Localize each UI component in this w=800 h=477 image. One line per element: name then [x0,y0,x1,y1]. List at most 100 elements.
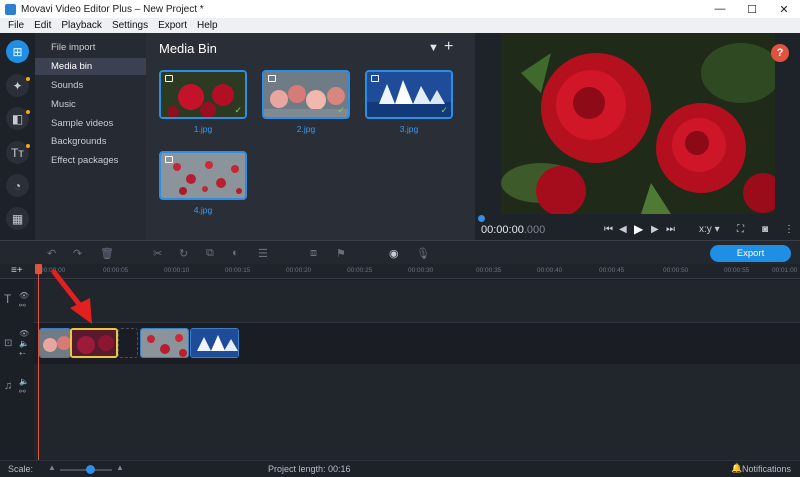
timeline-clip-1-selected[interactable] [70,328,118,358]
webcam-icon[interactable]: ◉ [389,247,399,260]
aspect-ratio-select[interactable]: x:y ▾ [699,224,720,235]
prev-frame-icon[interactable]: ◀ [619,224,627,235]
menu-help[interactable]: Help [197,20,218,31]
redo-icon[interactable]: ↷ [73,247,82,260]
rotate-icon[interactable]: ↻ [179,247,188,260]
export-button[interactable]: Export [710,245,791,262]
roses-thumbnail-image [161,72,245,117]
add-media-icon[interactable]: + [444,38,453,56]
category-effect-packages[interactable]: Effect packages [35,152,146,169]
category-sample-videos[interactable]: Sample videos [35,115,146,132]
icebergs-thumbnail-image [367,72,451,117]
more-tools-icon[interactable]: ▦ [6,207,29,230]
play-icon[interactable]: ▶ [634,222,643,236]
crop-icon[interactable]: ⧉ [206,247,214,260]
tool-strip: ⊞ ✦ ◧ Tт ◔ ▦ [0,33,35,240]
maximize-button[interactable]: ☐ [736,0,768,18]
image-type-icon [165,156,173,163]
menu-bar: File Edit Playback Settings Export Help [0,18,800,33]
track-lock-icon[interactable]: ⚯ [19,387,53,396]
track-visibility-icon[interactable]: 👁 [19,291,53,300]
red-arrow-annotation [51,269,92,324]
roses-preview-image [501,33,775,214]
category-music[interactable]: Music [35,96,146,113]
more-options-icon[interactable]: ⋮ [784,224,794,235]
app-icon [5,3,16,15]
fullscreen-icon[interactable]: ⛶ [737,224,744,235]
aspect-ratio-value: x:y [699,224,712,235]
minimize-button[interactable]: — [704,0,736,18]
filter-icon[interactable]: ▼ [428,42,439,54]
menu-export[interactable]: Export [158,20,187,31]
notifications-label[interactable]: Notifications [742,464,791,474]
category-sounds[interactable]: Sounds [35,77,146,94]
ruler-tick: 00:00:15 [225,267,251,274]
skip-to-start-icon[interactable]: ⏮ [604,224,613,235]
video-track[interactable] [34,323,800,364]
preview-scrubber-handle[interactable] [478,215,485,222]
media-thumbnail-4[interactable] [159,151,247,200]
status-bar: Scale: ▲ ▲ Project length: 00:16 🔔 Notif… [0,460,800,477]
added-check-icon: ✓ [337,105,345,115]
menu-settings[interactable]: Settings [112,20,148,31]
audio-track[interactable] [34,364,800,460]
next-frame-icon[interactable]: ▶ [651,224,659,235]
ruler-tick: 00:00:55 [724,267,750,274]
track-lock-icon[interactable]: ⇠ [19,349,53,358]
title-track[interactable] [34,280,800,323]
track-mute-icon[interactable]: 🔈 [19,339,53,348]
import-icon[interactable]: ⊞ [6,40,29,63]
added-check-icon: ✓ [440,105,448,115]
cut-icon[interactable]: ✂ [153,247,162,260]
ruler-tick: 00:00:20 [286,267,312,274]
media-label: 3.jpg [399,124,419,134]
timeline-ruler[interactable]: ≡+ 00:00:00 00:00:05 00:00:10 00:00:15 0… [0,264,800,279]
microphone-icon[interactable]: 🎙 [416,247,430,260]
track-lock-icon[interactable]: ⚯ [19,301,53,310]
media-bin-panel: Media Bin ▼ + ✓ 1.jpg ✓ 2.jpg ✓ 3.jpg 4.… [146,33,475,240]
timeline-clip-4[interactable] [140,328,189,358]
scale-slider-handle[interactable] [86,465,95,474]
media-label: 1.jpg [193,124,213,134]
new-badge [26,110,30,114]
timeline-clip-3[interactable] [190,328,239,358]
menu-edit[interactable]: Edit [34,20,51,31]
skip-to-end-icon[interactable]: ⏭ [666,224,675,235]
undo-icon[interactable]: ↶ [47,247,56,260]
ruler-tick: 00:00:25 [347,267,373,274]
pink-roses-thumbnail-image [264,72,348,117]
track-visibility-icon[interactable]: 👁 [19,329,53,338]
clip-thumbnail [141,329,188,357]
preview-panel: ? 00:00:00.000 ⏮ ◀ ▶ ▶ ⏭ x:y ▾ ⛶ ◙ ⋮ [475,33,800,240]
media-thumbnail-3[interactable]: ✓ [365,70,453,119]
new-badge [26,144,30,148]
clip-properties-icon[interactable]: ☰ [258,247,268,260]
bell-icon[interactable]: 🔔 [731,463,742,474]
media-label: 4.jpg [193,205,213,215]
marker-icon[interactable]: ⚑ [336,247,346,260]
import-categories: File import Media bin Sounds Music Sampl… [35,33,146,240]
delete-icon[interactable]: 🗑 [100,247,114,260]
category-media-bin[interactable]: Media bin [35,58,146,75]
snapshot-icon[interactable]: ◙ [762,224,768,235]
help-button[interactable]: ? [771,44,789,62]
clip-thumbnail [191,329,238,357]
menu-file[interactable]: File [8,20,24,31]
stickers-icon[interactable]: ◔ [6,174,29,197]
preview-timecode: 00:00:00.000 [481,224,545,236]
media-thumbnail-1[interactable]: ✓ [159,70,247,119]
new-badge [26,77,30,81]
media-thumbnail-2[interactable]: ✓ [262,70,350,119]
close-button[interactable]: ✕ [768,0,800,18]
media-label: 2.jpg [296,124,316,134]
zoom-out-icon[interactable]: ▲ [48,463,56,472]
track-mute-icon[interactable]: 🔈 [19,377,53,386]
category-file-import[interactable]: File import [35,39,146,56]
preview-viewport [501,33,775,214]
zoom-in-icon[interactable]: ▲ [116,463,124,472]
color-adjust-icon[interactable]: ◐ [232,247,239,259]
category-backgrounds[interactable]: Backgrounds [35,133,146,150]
transition-wizard-icon[interactable]: ⧈ [310,247,317,260]
menu-playback[interactable]: Playback [61,20,102,31]
ruler-tick: 00:00:05 [103,267,129,274]
